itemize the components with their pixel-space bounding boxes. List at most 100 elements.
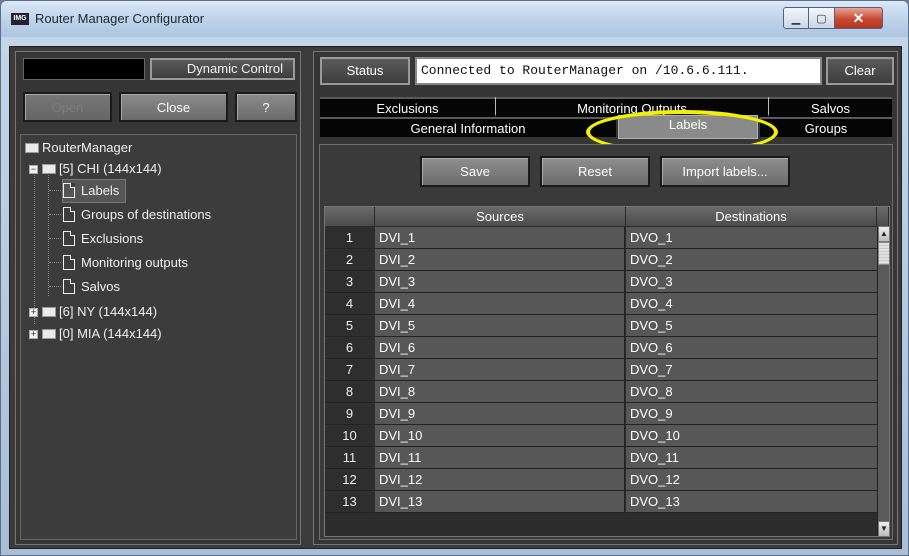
tree-connector: [49, 286, 61, 287]
table-row[interactable]: 3 DVI_3 DVO_3: [325, 271, 877, 293]
close-button[interactable]: Close: [119, 92, 228, 122]
collapse-icon[interactable]: −: [29, 165, 38, 174]
document-icon: [63, 207, 75, 222]
source-label-cell[interactable]: DVI_9: [375, 403, 625, 425]
source-label-cell[interactable]: DVI_2: [375, 249, 625, 271]
document-icon: [63, 231, 75, 246]
row-index-cell: 13: [325, 491, 374, 513]
tab-labels[interactable]: Labels: [618, 115, 758, 139]
row-index-cell: 7: [325, 359, 374, 381]
expand-icon[interactable]: +: [29, 330, 38, 339]
row-index-cell: 1: [325, 227, 374, 249]
tree-root[interactable]: RouterManager: [25, 137, 132, 159]
tree-node-mia[interactable]: + [0] MIA (144x144): [29, 323, 162, 345]
tab-divider: [768, 97, 769, 115]
clear-button[interactable]: Clear: [826, 57, 894, 85]
destination-label-cell[interactable]: DVO_7: [626, 359, 877, 381]
column-header-destinations[interactable]: Destinations: [626, 207, 877, 226]
table-row[interactable]: 6 DVI_6 DVO_6: [325, 337, 877, 359]
source-label-cell[interactable]: DVI_11: [375, 447, 625, 469]
scroll-thumb[interactable]: [878, 242, 889, 265]
row-index-cell: 6: [325, 337, 374, 359]
table-row[interactable]: 9 DVI_9 DVO_9: [325, 403, 877, 425]
source-label-cell[interactable]: DVI_10: [375, 425, 625, 447]
scroll-down-icon[interactable]: ▼: [878, 521, 889, 536]
destination-label-cell[interactable]: DVO_13: [626, 491, 877, 513]
table-row[interactable]: 8 DVI_8 DVO_8: [325, 381, 877, 403]
tab-groups[interactable]: Groups: [760, 117, 892, 137]
tree-item-salvos[interactable]: Salvos: [63, 276, 120, 298]
destination-label-cell[interactable]: DVO_11: [626, 447, 877, 469]
tree-item-labels[interactable]: Labels: [61, 179, 127, 203]
table-scrollbar[interactable]: ▲ ▼: [877, 226, 889, 536]
folder-icon: [25, 143, 39, 153]
destination-label-cell[interactable]: DVO_8: [626, 381, 877, 403]
source-label-cell[interactable]: DVI_12: [375, 469, 625, 491]
destination-label-cell[interactable]: DVO_1: [626, 227, 877, 249]
table-row[interactable]: 12 DVI_12 DVO_12: [325, 469, 877, 491]
source-label-cell[interactable]: DVI_7: [375, 359, 625, 381]
table-row[interactable]: 11 DVI_11 DVO_11: [325, 447, 877, 469]
document-icon: [63, 279, 75, 294]
tree-item-groups-of-destinations[interactable]: Groups of destinations: [63, 204, 211, 226]
minimize-button[interactable]: ▁: [783, 7, 809, 29]
destination-label-cell[interactable]: DVO_10: [626, 425, 877, 447]
tree-node-ny[interactable]: + [6] NY (144x144): [29, 301, 157, 323]
client-area: Dynamic Control Open Close ? RouterManag…: [9, 46, 902, 549]
column-header-spacer: [877, 207, 889, 226]
tab-exclusions[interactable]: Exclusions: [320, 97, 495, 117]
source-label-cell[interactable]: DVI_5: [375, 315, 625, 337]
tree-node-label: [5] CHI (144x144): [59, 161, 162, 176]
source-label-cell[interactable]: DVI_13: [375, 491, 625, 513]
reset-button[interactable]: Reset: [540, 156, 650, 187]
column-header-sources[interactable]: Sources: [375, 207, 626, 226]
tree-node-chi[interactable]: − [5] CHI (144x144): [29, 158, 162, 180]
table-row[interactable]: 7 DVI_7 DVO_7: [325, 359, 877, 381]
table-row[interactable]: 13 DVI_13 DVO_13: [325, 491, 877, 513]
tree-item-label: Labels: [81, 183, 120, 198]
tab-general-information[interactable]: General Information: [320, 117, 616, 137]
destination-label-cell[interactable]: DVO_2: [626, 249, 877, 271]
source-label-cell[interactable]: DVI_1: [375, 227, 625, 249]
table-row[interactable]: 2 DVI_2 DVO_2: [325, 249, 877, 271]
source-label-cell[interactable]: DVI_6: [375, 337, 625, 359]
title-bar[interactable]: IMG Router Manager Configurator ▁ ▢ ✕: [1, 1, 908, 37]
tree-item-monitoring-outputs[interactable]: Monitoring outputs: [63, 252, 188, 274]
import-labels-button[interactable]: Import labels...: [660, 156, 790, 187]
table-row[interactable]: 5 DVI_5 DVO_5: [325, 315, 877, 337]
destination-label-cell[interactable]: DVO_3: [626, 271, 877, 293]
column-header-index[interactable]: [325, 207, 375, 226]
close-window-button[interactable]: ✕: [835, 7, 883, 29]
open-button[interactable]: Open: [23, 92, 112, 122]
row-index-cell: 3: [325, 271, 374, 293]
dynamic-control-button[interactable]: Dynamic Control: [150, 58, 295, 80]
help-button[interactable]: ?: [235, 92, 297, 122]
table-row[interactable]: 1 DVI_1 DVO_1: [325, 227, 877, 249]
tab-salvos[interactable]: Salvos: [769, 97, 892, 117]
destination-label-cell[interactable]: DVO_5: [626, 315, 877, 337]
tree-item-exclusions[interactable]: Exclusions: [63, 228, 143, 250]
destination-label-cell[interactable]: DVO_9: [626, 403, 877, 425]
folder-icon: [42, 164, 56, 174]
maximize-button[interactable]: ▢: [809, 7, 835, 29]
table-row[interactable]: 4 DVI_4 DVO_4: [325, 293, 877, 315]
table-row[interactable]: 10 DVI_10 DVO_10: [325, 425, 877, 447]
row-index-cell: 10: [325, 425, 374, 447]
destination-label-cell[interactable]: DVO_6: [626, 337, 877, 359]
tree-connector: [49, 190, 61, 191]
source-label-cell[interactable]: DVI_4: [375, 293, 625, 315]
destination-label-cell[interactable]: DVO_4: [626, 293, 877, 315]
destination-label-cell[interactable]: DVO_12: [626, 469, 877, 491]
tree-connector: [49, 262, 61, 263]
source-label-cell[interactable]: DVI_8: [375, 381, 625, 403]
navigation-panel: Dynamic Control Open Close ? RouterManag…: [15, 51, 301, 545]
scroll-up-icon[interactable]: ▲: [878, 226, 889, 242]
save-button[interactable]: Save: [420, 156, 530, 187]
tree-root-label: RouterManager: [42, 140, 133, 155]
row-index-cell: 2: [325, 249, 374, 271]
tab-monitoring-outputs[interactable]: Monitoring Outputs: [496, 97, 768, 117]
source-label-cell[interactable]: DVI_3: [375, 271, 625, 293]
expand-icon[interactable]: +: [29, 308, 38, 317]
status-label: Status: [320, 57, 410, 85]
labels-pane: Save Reset Import labels... Sources Dest…: [319, 144, 893, 540]
